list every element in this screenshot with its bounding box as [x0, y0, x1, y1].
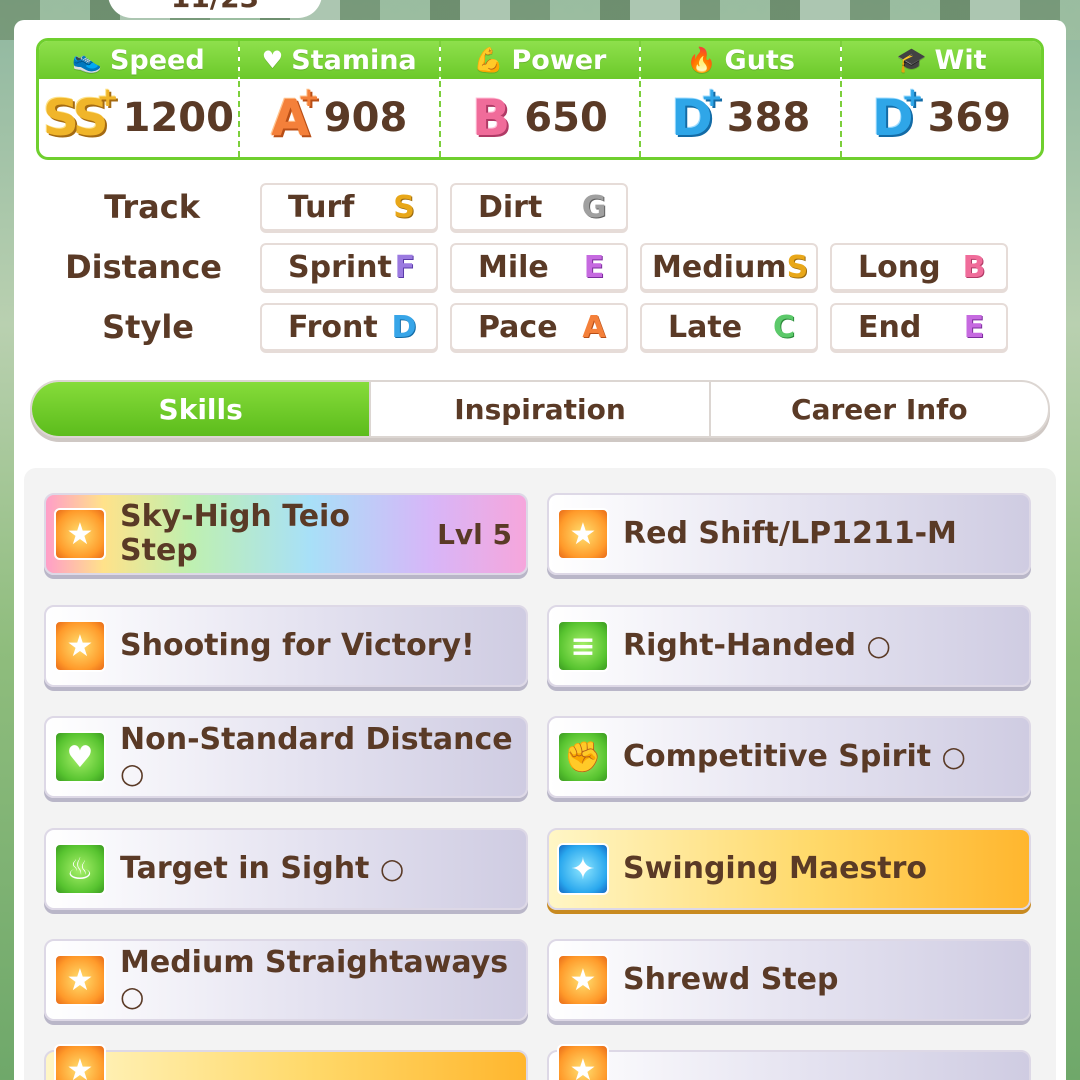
aptitude-long: Long B [830, 243, 1008, 291]
speed-up-icon: ★ [54, 508, 106, 560]
stats-bar: 👟 Speed SS + 1200 ♥ Stamina A + 908 💪 Power B… [36, 38, 1044, 160]
tab-inspiration[interactable]: Inspiration [371, 382, 711, 436]
rank-badge: SS + [42, 83, 119, 147]
stat-value: 650 [524, 95, 608, 141]
heart-icon: ♥ [54, 731, 106, 783]
tab-skills[interactable]: Skills [32, 382, 372, 436]
rank-badge: D + [872, 83, 924, 147]
aptitude-front: Front D [260, 303, 438, 351]
speed-up-icon: ★ [54, 1044, 106, 1080]
sparkle-icon: ✦ [557, 843, 609, 895]
tab-career-info[interactable]: Career Info [711, 382, 1048, 436]
stat-value: 388 [726, 95, 811, 141]
circle-mark: ○ [120, 980, 145, 1013]
stat-value: 1200 [122, 95, 234, 141]
stat-label: Wit [934, 44, 987, 76]
stat-value: 908 [323, 95, 408, 141]
distance-label: Distance [65, 248, 222, 286]
stat-wit: 🎓 Wit D + 369 [842, 41, 1041, 157]
skill-card[interactable]: ✦ Swinging Maestro [547, 828, 1031, 910]
skill-card[interactable]: ★ Sky-High Teio Step Lvl 5 [44, 493, 528, 575]
heart-icon: ♥ [261, 46, 284, 74]
speed-up-icon: ★ [557, 508, 609, 560]
stat-label: Speed [109, 44, 205, 76]
skill-card[interactable]: ★ Medium Straightaways ○ [44, 939, 528, 1021]
muscle-icon: 💪 [473, 46, 504, 74]
skill-card[interactable]: ♥ Non-Standard Distance ○ [44, 716, 528, 798]
stat-power: 💪 Power B 650 [440, 41, 642, 157]
stat-stamina: ♥ Stamina A + 908 [239, 41, 441, 157]
skill-card[interactable]: ✊ Competitive Spirit ○ [547, 716, 1031, 798]
aptitude-dirt: Dirt G [450, 183, 628, 231]
rank-badge: B [472, 89, 510, 147]
aptitude-late: Late C [640, 303, 818, 351]
rank-badge: D + [671, 83, 723, 147]
circle-mark: ○ [941, 739, 966, 773]
skill-card[interactable]: ★ Shrewd Step [547, 939, 1031, 1021]
skill-card[interactable]: ★ Red Shift/LP1211-M [547, 493, 1031, 575]
stat-value: 369 [927, 95, 1012, 141]
grad-cap-icon: 🎓 [896, 46, 927, 74]
style-label: Style [102, 308, 194, 346]
stat-label: Stamina [291, 44, 417, 76]
skill-card[interactable]: ★ Shooting for Victory! [44, 605, 528, 687]
circle-mark: ○ [866, 628, 891, 662]
date-pill: 11/23 [108, 0, 322, 18]
track-icon: ≡ [557, 620, 609, 672]
stat-label: Guts [724, 44, 795, 76]
skill-card-partial[interactable]: ★ [547, 1044, 1031, 1080]
rank-badge: A + [271, 83, 320, 147]
tab-bar: Skills Inspiration Career Info [30, 380, 1050, 438]
aptitude-end: End E [830, 303, 1008, 351]
aptitude-turf: Turf S [260, 183, 438, 231]
shoe-icon: 👟 [72, 46, 102, 74]
circle-mark: ○ [379, 851, 405, 885]
muscle-icon: ✊ [557, 731, 609, 783]
aptitude-medium: Medium S [640, 243, 818, 291]
speed-up-icon: ★ [557, 954, 609, 1006]
skill-card[interactable]: ≡ Right-Handed ○ [547, 605, 1031, 687]
speed-up-icon: ★ [54, 954, 106, 1006]
track-label: Track [104, 188, 200, 226]
stat-speed: 👟 Speed SS + 1200 [39, 41, 240, 157]
skill-card[interactable]: ♨ Target in Sight ○ [44, 828, 528, 910]
stat-guts: 🔥 Guts D + 388 [641, 41, 843, 157]
skill-card-partial[interactable]: ★ [44, 1044, 528, 1080]
aptitude-mile: Mile E [450, 243, 628, 291]
flame-icon: ♨ [54, 843, 106, 895]
aptitude-pace: Pace A [450, 303, 628, 351]
aptitude-sprint: Sprint F [260, 243, 438, 291]
speed-up-icon: ★ [54, 620, 106, 672]
speed-up-icon: ★ [557, 1044, 609, 1080]
stat-label: Power [511, 44, 607, 76]
circle-mark: ○ [120, 757, 145, 790]
skill-level: Lvl 5 [437, 517, 512, 551]
flame-icon: 🔥 [686, 46, 717, 74]
